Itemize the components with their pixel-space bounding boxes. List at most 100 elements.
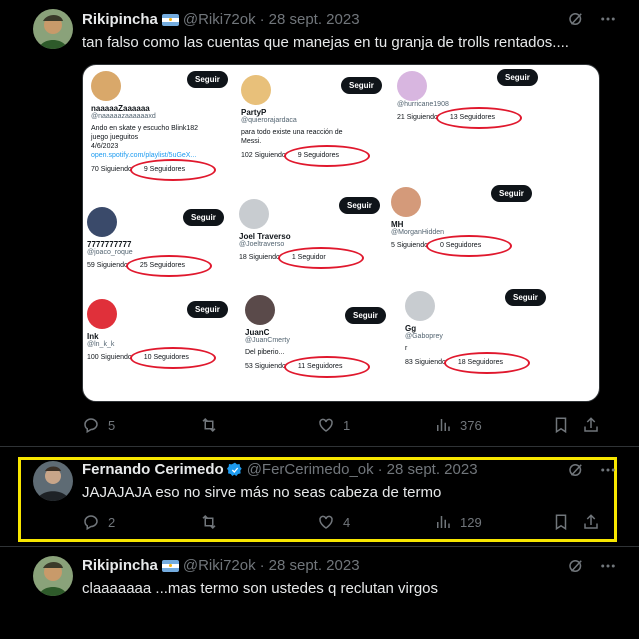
red-circle-annotation [425,235,512,257]
follower-bio: para todo existe una reacción de Messi. [241,129,343,145]
followers-count: 0 Seguidores [425,235,512,257]
avatar[interactable] [33,556,73,596]
share-button[interactable] [582,416,608,434]
follower-handle: @Gaboprey [405,333,443,340]
divider [0,446,639,447]
like-icon [319,515,333,529]
like-button[interactable]: 4 [317,513,350,531]
avatar[interactable] [33,461,73,501]
following-count: 70 Siguiendo [91,166,132,173]
separator-dot: · [259,11,265,28]
follower-avatar [245,295,275,325]
more-icon[interactable] [599,10,617,33]
red-circle-annotation [435,107,522,129]
follower-name: JuanC [245,328,270,337]
follower-avatar [241,75,271,105]
repost-icon [202,417,216,433]
follow-button: Seguir [339,197,380,214]
followers-count: 1 Seguidor [277,247,364,269]
bookmark-icon [555,417,567,434]
more-icon[interactable] [599,461,617,484]
follower-avatar [239,199,269,229]
follower-handle: @naaaaazaaaaaaxd [91,113,156,120]
tweet-3[interactable]: Rikipincha @Riki72ok · 28 sept. 2023 cla… [0,547,639,639]
like-icon [319,418,333,432]
views-button[interactable]: 129 [434,513,482,531]
follower-stats: 100 Siguiendo 10 Seguidores [87,347,237,369]
author-handle[interactable]: @FerCerimedo_ok [247,461,374,478]
tweet-date[interactable]: 28 sept. 2023 [269,11,360,28]
follower-stats: 53 Siguiendo 11 Seguidores [245,356,395,378]
views-count: 376 [460,417,482,433]
following-count: 102 Siguiendo [241,152,286,159]
follower-handle: @quierorajardaca [241,117,297,124]
following-count: 59 Siguiendo [87,262,128,269]
reply-button[interactable]: 2 [82,513,115,531]
views-button[interactable]: 376 [434,416,482,434]
author-name[interactable]: Fernando Cerimedo [82,461,224,478]
followers-count: 9 Seguidores [283,145,370,167]
grok-icon[interactable] [567,10,585,33]
repost-button[interactable] [200,416,226,434]
author-handle[interactable]: @Riki72ok [183,557,256,574]
reply-icon [84,418,98,434]
followers-count: 11 Seguidores [283,356,370,378]
repost-button[interactable] [200,513,226,531]
follower-name: MH [391,220,404,229]
reply-count: 2 [108,514,116,530]
verified-badge-icon [226,462,242,476]
like-count: 4 [343,514,351,530]
follower-stats: 5 Siguiendo 0 Seguidores [391,235,541,257]
views-count: 129 [460,514,482,530]
follower-stats: 70 Siguiendo 9 Seguidores [91,159,241,181]
follower-stats: 102 Siguiendo 9 Seguidores [241,145,391,167]
grok-icon[interactable] [567,461,585,484]
follow-button: Seguir [491,185,532,202]
red-circle-annotation [129,159,216,181]
follower-bio: Ando en skate y escucho Blink182 juego ju… [91,124,241,160]
like-count: 1 [343,417,351,433]
follower-avatar [397,71,427,101]
bookmark-button[interactable] [552,513,578,531]
follower-stats: 21 Siguiendo 13 Seguidores [397,107,547,129]
author-handle[interactable]: @Riki72ok [183,11,256,28]
followers-count: 18 Seguidores [443,352,530,374]
red-circle-annotation [125,255,212,277]
reply-button[interactable]: 5 [82,416,115,434]
share-button[interactable] [582,513,608,531]
argentina-flag-icon [161,13,179,26]
like-button[interactable]: 1 [317,416,350,434]
tweet-2[interactable]: Fernando Cerimedo @FerCerimedo_ok · 28 s… [0,457,639,542]
reply-count: 5 [108,417,116,433]
tweet-text: JAJAJAJA eso no sirve más no seas cabeza… [82,484,442,501]
separator-dot: · [377,461,383,478]
grok-icon[interactable] [567,557,585,580]
red-circle-annotation [277,247,364,269]
following-count: 53 Siguiendo [245,363,286,370]
follow-button: Seguir [497,69,538,86]
following-count: 100 Siguiendo [87,354,132,361]
following-count: 83 Siguiendo [405,359,446,366]
follower-stats: 18 Siguiendo 1 Seguidor [239,247,389,269]
tweet-date[interactable]: 28 sept. 2023 [269,557,360,574]
follower-name: Gg [405,324,417,333]
follower-name: Joel Traverso [239,232,291,241]
argentina-flag-icon [161,559,179,572]
follower-avatar [87,207,117,237]
tweet-date[interactable]: 28 sept. 2023 [387,461,478,478]
author-name[interactable]: Rikipincha [82,557,158,574]
more-icon[interactable] [599,557,617,580]
follower-avatar [405,291,435,321]
author-name[interactable]: Rikipincha [82,11,158,28]
avatar[interactable] [33,9,73,49]
follow-button: Seguir [183,209,224,226]
tweet-image[interactable]: naaaaaZaaaaaa @naaaaazaaaaaaxd Ando en ska… [82,64,600,402]
followers-count: 25 Seguidores [125,255,212,277]
bookmark-button[interactable] [552,416,578,434]
tweet-1[interactable]: Rikipincha @Riki72ok · 28 sept. 2023 tan… [0,0,639,446]
separator-dot: · [259,557,265,574]
red-circle-annotation [129,347,216,369]
following-count: 5 Siguiendo [391,242,428,249]
follow-button: Seguir [341,77,382,94]
follower-avatar [391,187,421,217]
